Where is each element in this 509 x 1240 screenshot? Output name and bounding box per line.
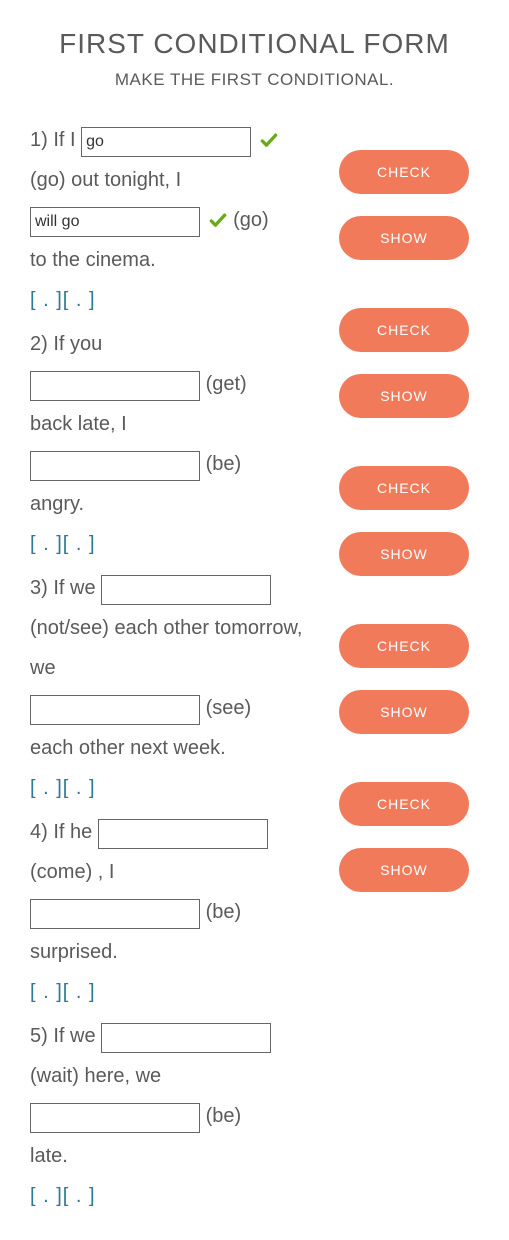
q1-num: 1): [30, 129, 48, 151]
q4-hint-2: (be): [206, 901, 242, 923]
question-2: 2) If you (get) back late, I (be) angry.: [30, 324, 329, 564]
show-button-4[interactable]: SHOW: [339, 690, 469, 734]
bracket-marker: [ . ][ . ]: [30, 1185, 96, 1207]
check-button-2[interactable]: CHECK: [339, 308, 469, 352]
question-5: 5) If we (wait) here, we (be) late. [ .: [30, 1016, 329, 1216]
show-button-2[interactable]: SHOW: [339, 374, 469, 418]
q2-input-2[interactable]: [30, 451, 200, 481]
q5-text-b: here, we: [84, 1065, 161, 1087]
q4-hint-1: (come): [30, 861, 92, 883]
q2-text-b: back late, I: [30, 413, 127, 435]
q4-input-2[interactable]: [30, 899, 200, 929]
q5-num: 5): [30, 1025, 48, 1047]
q3-hint-2: (see): [206, 697, 252, 719]
q2-hint-1: (get): [206, 373, 247, 395]
q3-input-2[interactable]: [30, 695, 200, 725]
q2-text-c: angry.: [30, 493, 84, 515]
bracket-marker: [ . ][ . ]: [30, 777, 96, 799]
q5-text-a: If we: [53, 1025, 95, 1047]
check-icon: [208, 211, 228, 231]
q1-hint-2: (go): [233, 209, 269, 231]
check-button-5[interactable]: CHECK: [339, 782, 469, 826]
q2-hint-2: (be): [206, 453, 242, 475]
q2-num: 2): [30, 333, 48, 355]
q4-text-c: surprised.: [30, 941, 118, 963]
q3-input-1[interactable]: [101, 575, 271, 605]
q1-text-c: to the cinema.: [30, 249, 156, 271]
show-button-1[interactable]: SHOW: [339, 216, 469, 260]
show-button-3[interactable]: SHOW: [339, 532, 469, 576]
q5-input-1[interactable]: [101, 1023, 271, 1053]
q3-hint-1: (not/see): [30, 617, 109, 639]
q4-text-a: If he: [53, 821, 92, 843]
q3-text-c: each other next week.: [30, 737, 226, 759]
q3-text-a: If we: [53, 577, 95, 599]
bracket-marker: [ . ][ . ]: [30, 289, 96, 311]
page-subtitle: MAKE THE FIRST CONDITIONAL.: [30, 70, 479, 90]
q5-hint-2: (be): [206, 1105, 242, 1127]
check-button-1[interactable]: CHECK: [339, 150, 469, 194]
q1-text-a: If I: [53, 129, 75, 151]
buttons-column: CHECK SHOW CHECK SHOW CHECK SHOW CHECK S…: [339, 120, 479, 914]
q2-text-a: If you: [53, 333, 102, 355]
show-button-5[interactable]: SHOW: [339, 848, 469, 892]
q1-input-1[interactable]: [81, 127, 251, 157]
questions-column: 1) If I (go) out tonight, I (go) to the …: [30, 120, 339, 1220]
q4-num: 4): [30, 821, 48, 843]
q2-input-1[interactable]: [30, 371, 200, 401]
q1-text-b: out tonight, I: [71, 169, 181, 191]
bracket-marker: [ . ][ . ]: [30, 981, 96, 1003]
page-title: FIRST CONDITIONAL FORM: [30, 28, 479, 60]
q1-hint-1: (go): [30, 169, 66, 191]
q5-text-c: late.: [30, 1145, 68, 1167]
q5-input-2[interactable]: [30, 1103, 200, 1133]
check-button-4[interactable]: CHECK: [339, 624, 469, 668]
question-4: 4) If he (come) , I (be) surprised. [ .: [30, 812, 329, 1012]
question-3: 3) If we (not/see) each other tomorrow, …: [30, 568, 329, 808]
question-1: 1) If I (go) out tonight, I (go) to the …: [30, 120, 329, 320]
check-button-3[interactable]: CHECK: [339, 466, 469, 510]
q4-text-b: , I: [98, 861, 115, 883]
q1-input-2[interactable]: [30, 207, 200, 237]
check-icon: [259, 131, 279, 151]
q4-input-1[interactable]: [98, 819, 268, 849]
q5-hint-1: (wait): [30, 1065, 79, 1087]
q3-num: 3): [30, 577, 48, 599]
bracket-marker: [ . ][ . ]: [30, 533, 96, 555]
